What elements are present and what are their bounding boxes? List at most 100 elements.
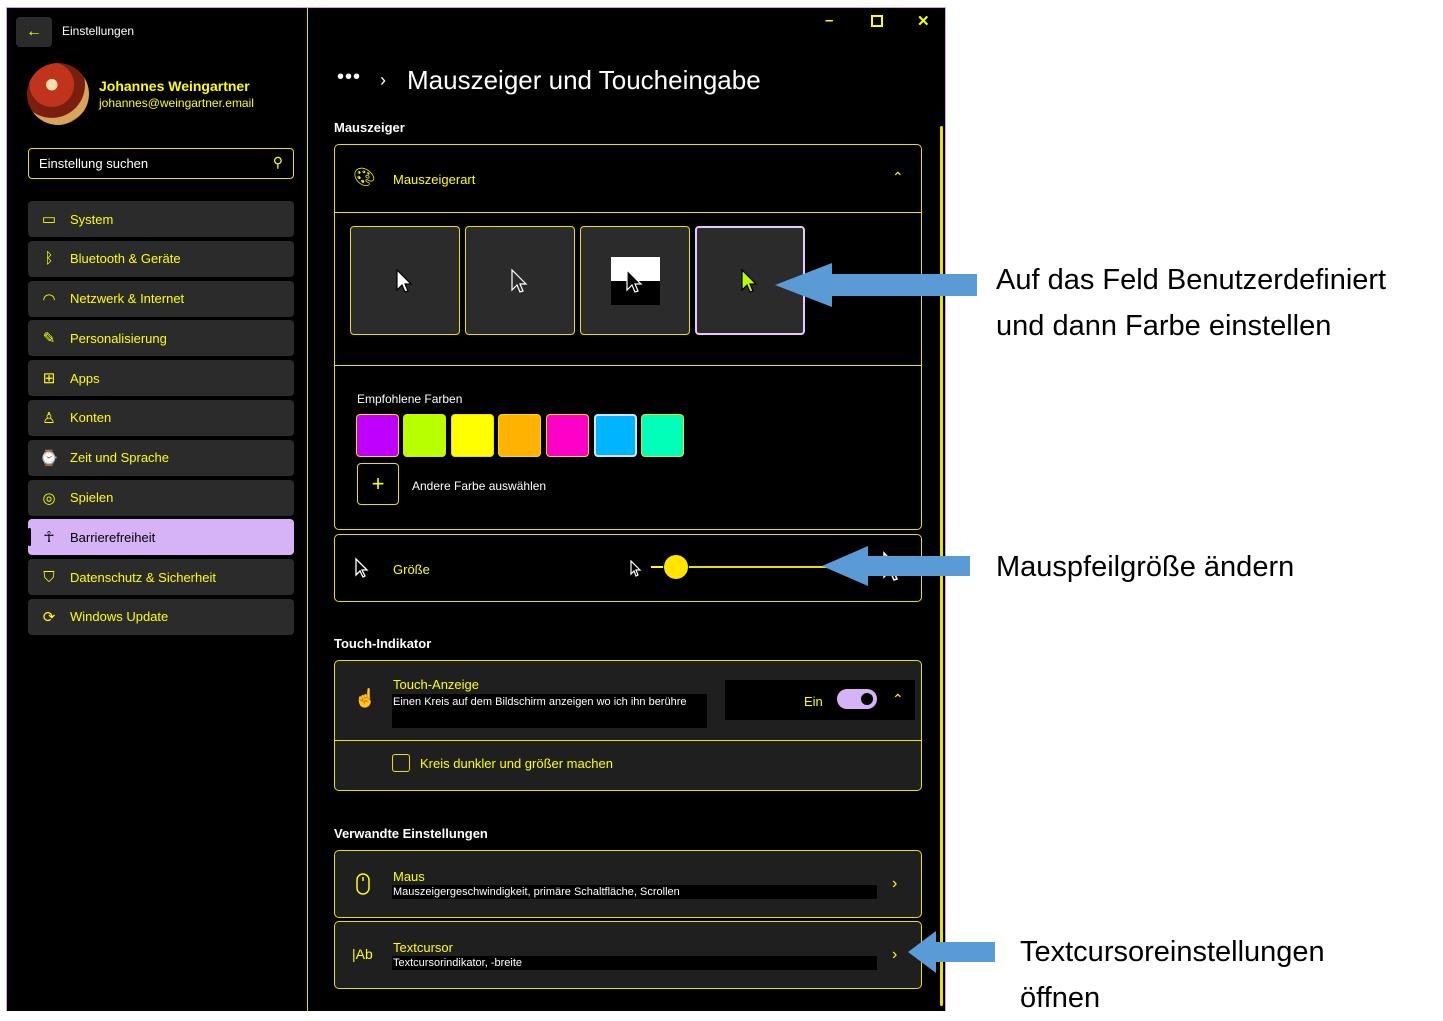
accessibility-icon: ☥ bbox=[43, 529, 55, 547]
search-input[interactable]: Einstellung suchen ⚲ bbox=[28, 148, 294, 179]
darker-circle-checkbox[interactable] bbox=[392, 754, 410, 772]
color-swatch[interactable] bbox=[641, 414, 684, 457]
sidebar-item-label: Barrierefreiheit bbox=[70, 529, 156, 545]
touch-indicator-toggle[interactable] bbox=[837, 689, 877, 709]
sidebar-item-apps[interactable]: ⊞ Apps bbox=[28, 360, 294, 397]
other-color-label: Andere Farbe auswählen bbox=[412, 479, 547, 493]
sidebar-item-label: Personalisierung bbox=[70, 330, 167, 346]
cursor-black-icon bbox=[511, 268, 528, 293]
sidebar-item-time-language[interactable]: ⌚ Zeit und Sprache bbox=[28, 439, 294, 476]
close-button[interactable]: ✕ bbox=[917, 12, 930, 30]
cursor-custom-icon bbox=[741, 268, 758, 293]
color-swatch[interactable] bbox=[356, 414, 399, 457]
sidebar: ← Einstellungen Johannes Weingartner joh… bbox=[7, 8, 308, 1011]
divider bbox=[335, 365, 921, 366]
sidebar-item-windows-update[interactable]: ⟳ Windows Update bbox=[28, 598, 294, 635]
size-slider-thumb[interactable] bbox=[664, 555, 688, 579]
pointer-style-custom[interactable] bbox=[695, 226, 805, 335]
sidebar-item-label: System bbox=[70, 211, 114, 227]
related-mouse-title: Maus bbox=[393, 869, 425, 884]
sidebar-item-gaming[interactable]: ◎ Spielen bbox=[28, 479, 294, 516]
sidebar-item-accounts[interactable]: ♙ Konten bbox=[28, 399, 294, 436]
related-textcursor-card[interactable]: |Ab Textcursor Textcursorindikator, -bre… bbox=[334, 921, 922, 989]
cursor-white-icon bbox=[396, 268, 413, 293]
cursor-inverted-icon bbox=[611, 257, 660, 305]
close-icon: ✕ bbox=[917, 13, 930, 30]
chevron-up-icon[interactable]: ⌃ bbox=[892, 169, 904, 186]
sidebar-item-label: Konten bbox=[70, 410, 112, 426]
settings-window: ← Einstellungen Johannes Weingartner joh… bbox=[6, 7, 946, 1011]
arrow-left-icon: ← bbox=[26, 23, 42, 40]
touch-indicator-card: ☝ Touch-Anzeige Einen Kreis auf dem Bild… bbox=[334, 660, 922, 791]
sidebar-item-label: Zeit und Sprache bbox=[70, 450, 170, 466]
sidebar-item-label: Apps bbox=[70, 370, 100, 386]
annotation-line: öffnen bbox=[1020, 982, 1101, 1014]
chevron-right-icon: › bbox=[892, 946, 898, 963]
color-swatch[interactable] bbox=[498, 414, 541, 457]
touch-title: Touch-Anzeige bbox=[393, 677, 479, 692]
palette-icon: 🎨︎ bbox=[353, 167, 376, 187]
related-mouse-card[interactable]: Maus Mauszeigergeschwindigkeit, primäre … bbox=[334, 850, 922, 918]
maximize-button[interactable] bbox=[871, 14, 883, 31]
darker-circle-label: Kreis dunkler und größer machen bbox=[420, 756, 613, 771]
touch-indicator-header[interactable]: ☝ Touch-Anzeige Einen Kreis auf dem Bild… bbox=[335, 661, 921, 741]
pointer-style-white[interactable] bbox=[350, 226, 460, 335]
search-icon[interactable]: ⚲ bbox=[273, 154, 283, 171]
annotation-line: und dann Farbe einstellen bbox=[996, 310, 1332, 342]
pointer-style-black[interactable] bbox=[465, 226, 575, 335]
size-label: Größe bbox=[393, 562, 430, 577]
cursor-outline-icon bbox=[355, 557, 369, 578]
pointer-style-inverted[interactable] bbox=[580, 226, 690, 335]
user-name: Johannes Weingartner bbox=[99, 78, 250, 94]
minimize-icon: – bbox=[825, 12, 834, 29]
user-email: johannes@weingartner.email bbox=[99, 96, 254, 110]
apps-icon: ⊞ bbox=[42, 370, 56, 388]
page-title: Mauszeiger und Toucheingabe bbox=[407, 65, 761, 95]
color-swatch[interactable] bbox=[451, 414, 494, 457]
related-mouse-description: Mauszeigergeschwindigkeit, primäre Schal… bbox=[392, 885, 877, 899]
touch-description: Einen Kreis auf dem Bildschirm anzeigen … bbox=[392, 694, 707, 728]
sidebar-item-label: Windows Update bbox=[70, 609, 169, 625]
breadcrumb-more-button[interactable]: ••• bbox=[337, 66, 361, 89]
avatar[interactable] bbox=[27, 63, 89, 125]
brush-icon: ✎ bbox=[42, 330, 56, 348]
person-icon: ♙ bbox=[42, 409, 56, 427]
mouse-icon bbox=[356, 873, 370, 895]
chevron-right-icon: › bbox=[380, 70, 386, 90]
sidebar-item-accessibility[interactable]: ☥ Barrierefreiheit bbox=[28, 519, 294, 556]
back-button[interactable]: ← bbox=[16, 17, 52, 47]
sidebar-item-network[interactable]: ◠ Netzwerk & Internet bbox=[28, 280, 294, 317]
sidebar-nav: ▭ System ᛒ Bluetooth & Geräte ◠ Netzwerk & … bbox=[28, 201, 294, 639]
minimize-button[interactable]: – bbox=[825, 12, 833, 29]
related-textcursor-description: Textcursorindikator, -breite bbox=[392, 956, 877, 970]
pointer-style-title: Mauszeigerart bbox=[393, 172, 476, 187]
chevron-up-icon[interactable]: ⌃ bbox=[892, 691, 904, 708]
update-icon: ⟳ bbox=[42, 608, 56, 626]
cursor-small-icon bbox=[630, 560, 642, 577]
sidebar-item-privacy[interactable]: ⛉ Datenschutz & Sicherheit bbox=[28, 559, 294, 596]
section-label-touch: Touch-Indikator bbox=[334, 636, 432, 651]
bluetooth-icon: ᛒ bbox=[44, 250, 54, 268]
color-swatch-selected[interactable] bbox=[594, 414, 637, 457]
sidebar-item-personalization[interactable]: ✎ Personalisierung bbox=[28, 320, 294, 357]
color-swatch[interactable] bbox=[403, 414, 446, 457]
add-color-button[interactable]: + bbox=[357, 463, 399, 505]
pointer-style-header[interactable]: 🎨︎ Mauszeigerart ⌃ bbox=[335, 145, 921, 213]
maximize-icon bbox=[871, 15, 883, 27]
cursor-large-icon bbox=[883, 551, 902, 581]
sidebar-item-label: Spielen bbox=[70, 490, 114, 506]
shield-icon: ⛉ bbox=[43, 568, 55, 586]
annotation-pointer-size: Mauspfeilgröße ändern bbox=[996, 551, 1295, 583]
color-swatch[interactable] bbox=[546, 414, 589, 457]
scrollbar[interactable] bbox=[940, 126, 943, 1006]
related-textcursor-title: Textcursor bbox=[393, 940, 453, 955]
sidebar-item-bluetooth[interactable]: ᛒ Bluetooth & Geräte bbox=[28, 240, 294, 277]
wifi-icon: ◠ bbox=[42, 290, 56, 308]
annotation-line: Auf das Feld Benutzerdefiniert bbox=[996, 264, 1387, 296]
recommended-colors-label: Empfohlene Farben bbox=[357, 392, 463, 406]
section-label-mouse-pointer: Mauszeiger bbox=[334, 120, 405, 135]
sidebar-item-system[interactable]: ▭ System bbox=[28, 201, 294, 237]
sidebar-item-label: Bluetooth & Geräte bbox=[70, 251, 181, 267]
plus-icon: + bbox=[371, 471, 385, 496]
toggle-state-label: Ein bbox=[804, 694, 823, 709]
